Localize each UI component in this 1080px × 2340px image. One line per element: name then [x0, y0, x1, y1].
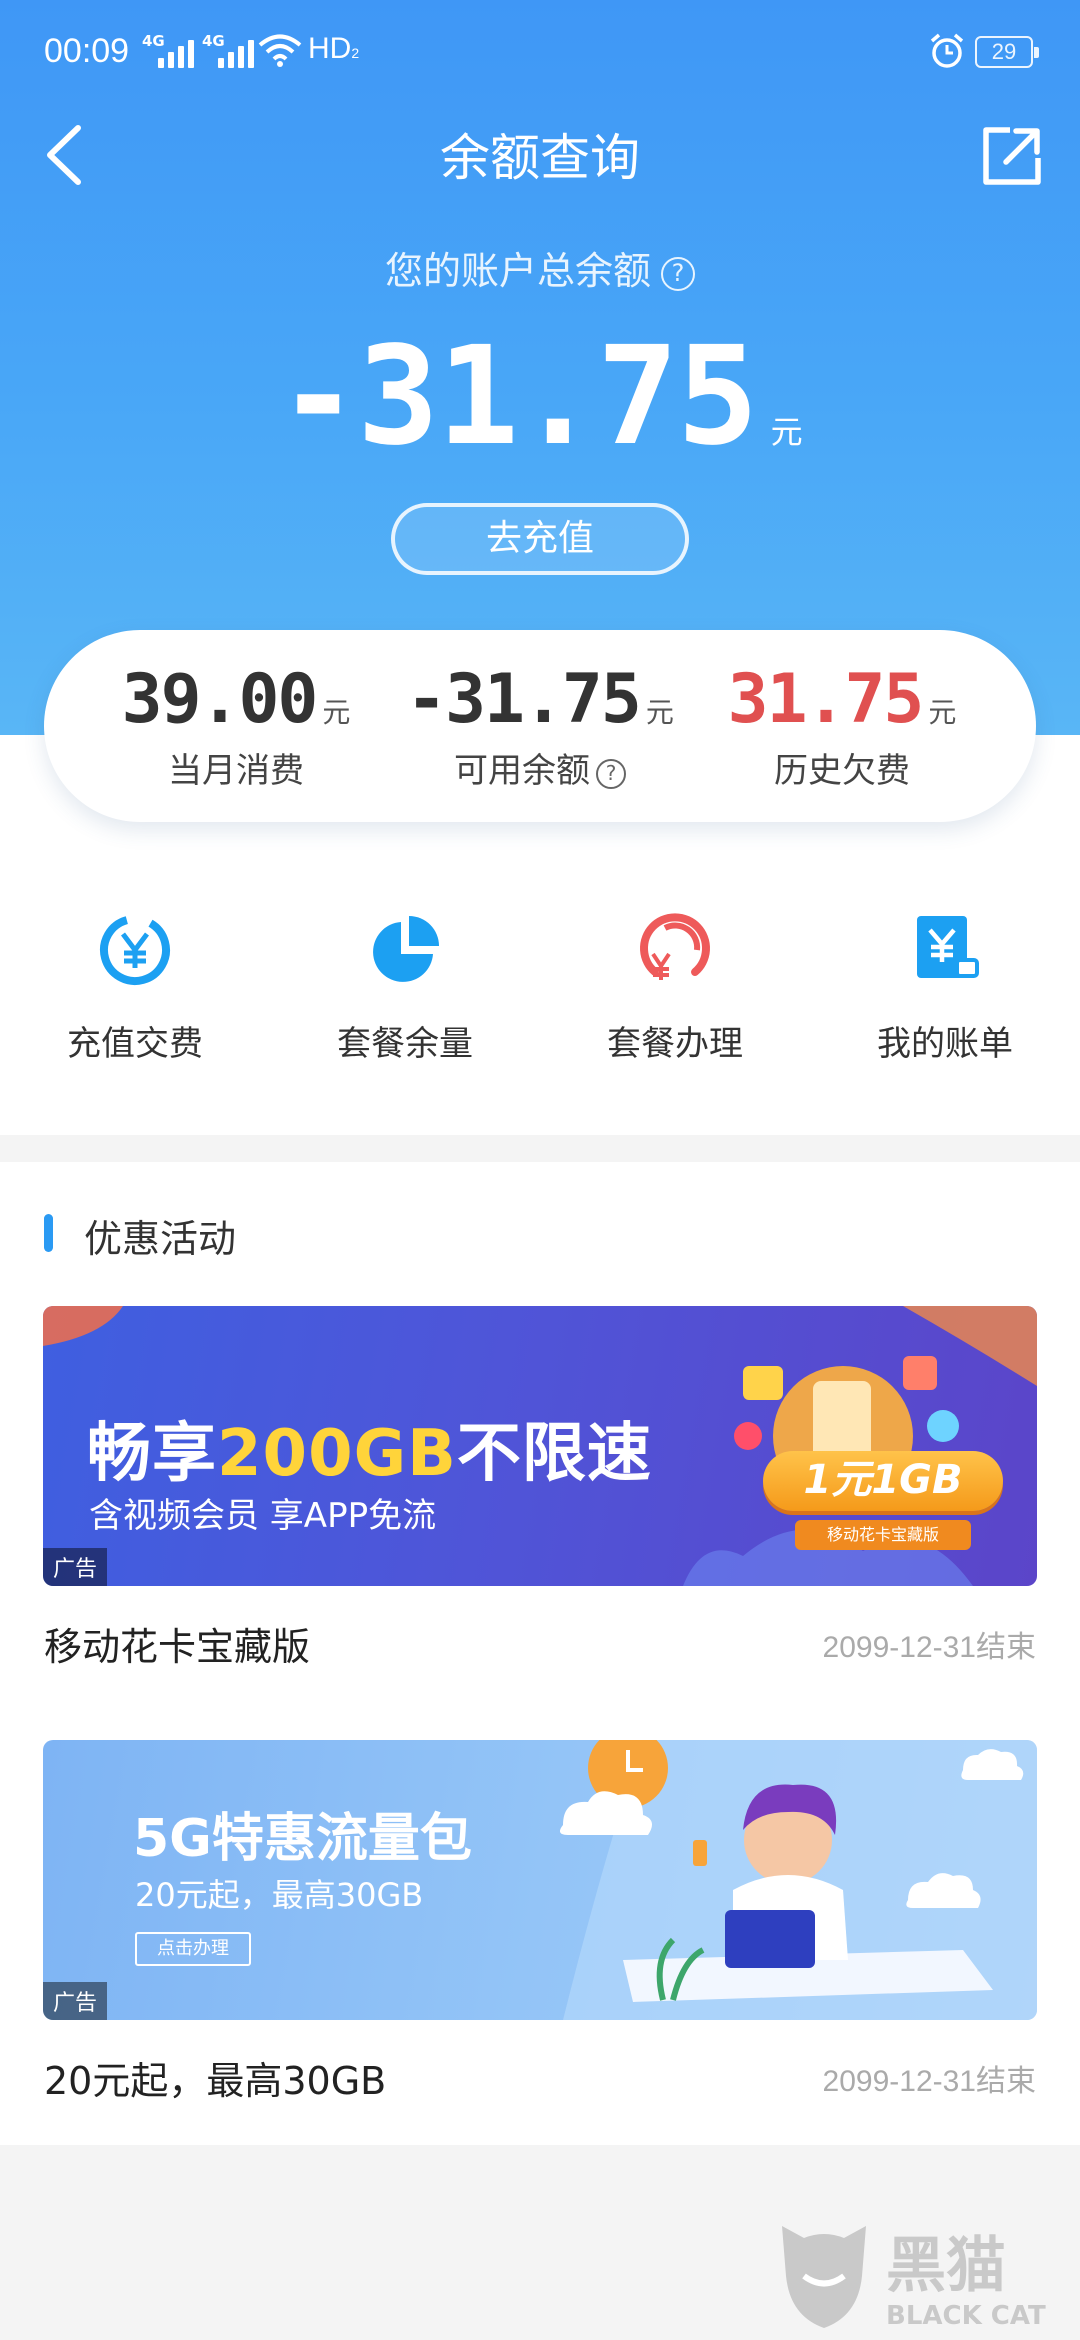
banner-headline: 5G特惠流量包: [133, 1809, 472, 1869]
hd-indicator: HD2: [308, 32, 360, 65]
status-time: 00:09: [44, 32, 130, 70]
banner-badge: 1元1GB: [763, 1451, 1003, 1511]
banner-subtitle: 20元起，最高30GB: [135, 1876, 424, 1914]
svg-text:黑猫: 黑猫: [886, 2231, 1006, 2301]
banner-headline: 畅享200GB不限速: [87, 1417, 652, 1491]
yen-cycle-icon: [640, 913, 710, 980]
svg-text:BLACK CAT: BLACK CAT: [886, 2301, 1046, 2331]
quick-action-plan-balance[interactable]: 套餐余量: [270, 910, 540, 1065]
summary-monthly-spend[interactable]: 39.00 元 当月消费: [86, 660, 386, 792]
promo-banner-5g[interactable]: 5G特惠流量包 20元起，最高30GB 点击办理 广告: [43, 1740, 1037, 2020]
recharge-button[interactable]: 去充值: [391, 503, 689, 575]
banner-cta-button[interactable]: 点击办理: [135, 1932, 251, 1966]
bill-icon: [917, 916, 979, 978]
total-balance: -31.75 元: [0, 318, 1080, 476]
section-marker: [44, 1214, 53, 1252]
help-icon[interactable]: ?: [661, 257, 695, 291]
balance-amount: -31.75: [277, 318, 758, 476]
signal-icon: 4G: [142, 32, 194, 68]
quick-action-plan-signup[interactable]: 套餐办理: [540, 910, 810, 1065]
yen-refresh-icon: [100, 915, 170, 985]
summary-arrears[interactable]: 31.75 元 历史欠费: [692, 660, 992, 792]
alarm-icon: [930, 33, 964, 68]
promo-name[interactable]: 移动花卡宝藏版: [44, 1616, 310, 1671]
section-title: 优惠活动: [84, 1217, 237, 1261]
balance-label: 您的账户总余额?: [0, 240, 1080, 295]
promo-name[interactable]: 20元起，最高30GB: [44, 2050, 386, 2105]
share-button[interactable]: [980, 124, 1044, 188]
summary-card: 39.00 元 当月消费 -31.75 元 可用余额? 31.75 元 历史欠费: [44, 630, 1036, 822]
ad-tag: 广告: [43, 1982, 108, 2020]
quick-action-my-bill[interactable]: 我的账单: [810, 910, 1080, 1065]
ad-tag: 广告: [43, 1548, 108, 1586]
signal-icon: 4G: [202, 32, 254, 68]
promo-end-date: 2099-12-31结束: [822, 2065, 1036, 2098]
page-title: 余额查询: [440, 129, 640, 187]
quick-action-recharge[interactable]: 充值交费: [0, 910, 270, 1065]
promo-banner-huaka[interactable]: 畅享200GB不限速 含视频会员 享APP免流 1元1GB 移动花卡宝藏版 广告: [43, 1306, 1037, 1586]
banner-subtitle: 含视频会员 享APP免流: [89, 1496, 437, 1536]
promo-end-date: 2099-12-31结束: [822, 1631, 1036, 1664]
help-icon[interactable]: ?: [596, 759, 626, 789]
status-bar: 00:09 4G 4G HD2 29: [0, 0, 1080, 100]
pie-chart-icon: [373, 916, 439, 982]
summary-available-balance[interactable]: -31.75 元 可用余额?: [390, 660, 690, 792]
battery-icon: 29: [975, 36, 1039, 68]
blackcat-watermark-logo: 黑猫 BLACK CAT: [782, 2226, 1046, 2331]
balance-unit: 元: [770, 413, 803, 451]
wifi-icon: [258, 34, 302, 67]
banner-badge-caption: 移动花卡宝藏版: [795, 1520, 971, 1550]
